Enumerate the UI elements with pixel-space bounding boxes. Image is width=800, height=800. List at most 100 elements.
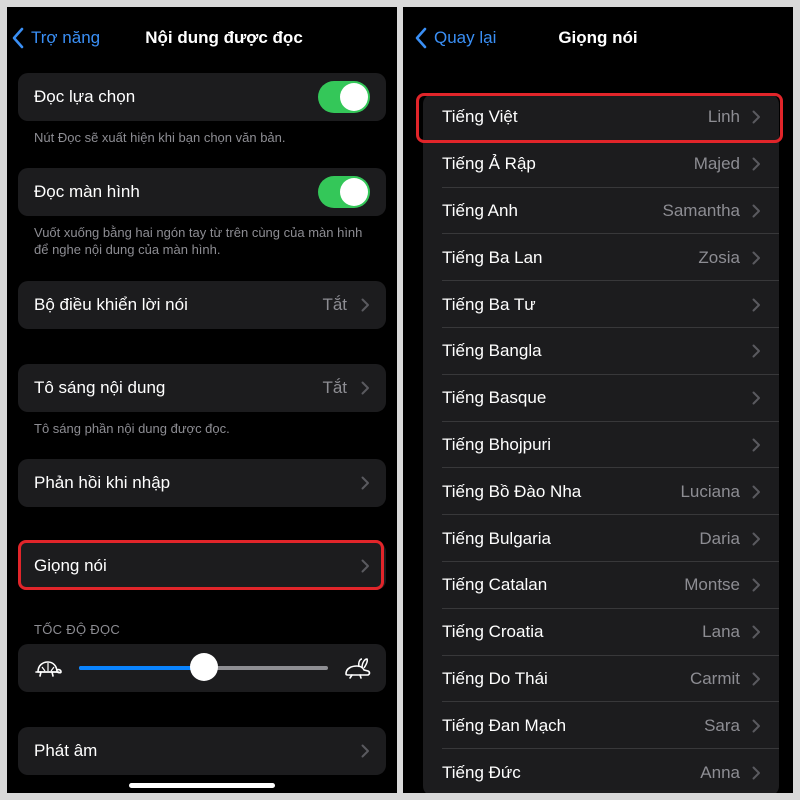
voices-row[interactable]: Giọng nói [18, 542, 386, 590]
chevron-right-icon [752, 391, 760, 405]
voice-name: Luciana [680, 481, 740, 501]
voice-name: Daria [699, 528, 740, 548]
chevron-right-icon [361, 476, 369, 490]
page-title: Giọng nói [558, 28, 638, 47]
chevron-right-icon [361, 298, 369, 312]
language-row[interactable]: Tiếng Ba Tư [423, 281, 779, 328]
typing-feedback-group: Phản hồi khi nhập [18, 459, 386, 507]
language-name: Tiếng Bhojpuri [442, 434, 551, 454]
chevron-right-icon [752, 578, 760, 592]
language-name: Tiếng Ba Tư [442, 294, 536, 314]
speaking-rate-group [18, 644, 386, 692]
voice-name: Carmit [689, 668, 740, 688]
highlight-content-value: Tắt [322, 378, 347, 397]
language-name: Tiếng Ả Rập [442, 154, 536, 174]
voice-name: Linh [707, 107, 740, 127]
language-name: Tiếng Đan Mạch [442, 715, 567, 735]
language-row[interactable]: Tiếng Bangla [423, 328, 779, 375]
chevron-right-icon [752, 344, 760, 358]
turtle-icon [35, 661, 62, 677]
toggle-knob [340, 83, 368, 111]
voice-name: Sara [704, 715, 740, 735]
highlight-content-group: Tô sáng nội dung Tắt [18, 364, 386, 412]
highlight-content-label: Tô sáng nội dung [34, 378, 166, 397]
nav-bar: Trợ năng Nội dung được đọc [7, 7, 397, 67]
speech-controller-label: Bộ điều khiển lời nói [34, 295, 188, 314]
language-row[interactable]: Tiếng Đức Anna [423, 749, 779, 793]
voice-name: Zosia [698, 247, 740, 267]
speak-screen-group: Đọc màn hình [18, 168, 386, 216]
language-row[interactable]: Tiếng Anh Samantha [423, 188, 779, 235]
chevron-right-icon [752, 110, 760, 124]
chevron-right-icon [361, 744, 369, 758]
chevron-right-icon [752, 157, 760, 171]
highlight-content-row[interactable]: Tô sáng nội dung Tắt [18, 364, 386, 412]
chevron-right-icon [361, 381, 369, 395]
speaking-rate-header: TỐC ĐỘ ĐỌC [34, 622, 121, 637]
language-name: Tiếng Bồ Đào Nha [442, 481, 582, 501]
chevron-right-icon [752, 719, 760, 733]
speak-screen-label: Đọc màn hình [34, 182, 140, 201]
speech-controller-value: Tắt [322, 295, 347, 314]
language-row[interactable]: Tiếng Do Thái Carmit [423, 656, 779, 703]
speak-selection-row: Đọc lựa chọn [18, 73, 386, 121]
chevron-right-icon [752, 298, 760, 312]
speak-screen-toggle[interactable] [318, 176, 370, 208]
language-row[interactable]: Tiếng Đan Mạch Sara [423, 702, 779, 749]
chevron-right-icon [752, 251, 760, 265]
language-name: Tiếng Do Thái [442, 668, 548, 688]
nav-bar: Quay lại Giọng nói [403, 7, 793, 67]
speak-selection-footer: Nút Đọc sẽ xuất hiện khi bạn chọn văn bả… [34, 130, 286, 145]
chevron-right-icon [361, 559, 369, 573]
language-row[interactable]: Tiếng Ả Rập Majed [423, 141, 779, 188]
speech-controller-row[interactable]: Bộ điều khiển lời nói Tắt [18, 281, 386, 329]
typing-feedback-row[interactable]: Phản hồi khi nhập [18, 459, 386, 507]
speak-screen-footer: Vuốt xuống bằng hai ngón tay từ trên cùn… [34, 225, 363, 257]
page-title: Nội dung được đọc [145, 28, 303, 47]
chevron-right-icon [752, 485, 760, 499]
chevron-right-icon [752, 672, 760, 686]
typing-feedback-label: Phản hồi khi nhập [34, 473, 171, 492]
language-name: Tiếng Việt [442, 107, 518, 127]
speak-selection-group: Đọc lựa chọn [18, 73, 386, 121]
voice-name: Majed [693, 154, 740, 174]
chevron-right-icon [752, 625, 760, 639]
language-name: Tiếng Anh [442, 200, 518, 220]
language-name: Tiếng Basque [442, 388, 547, 408]
language-row[interactable]: Tiếng Ba Lan Zosia [423, 234, 779, 281]
voice-name: Samantha [662, 200, 741, 220]
highlight-content-footer: Tô sáng phần nội dung được đọc. [34, 421, 230, 436]
language-row[interactable]: Tiếng Bồ Đào Nha Luciana [423, 468, 779, 515]
pronunciations-label: Phát âm [34, 741, 98, 760]
language-row[interactable]: Tiếng Catalan Montse [423, 562, 779, 609]
speaking-rate-slider-thumb[interactable] [189, 653, 218, 681]
chevron-right-icon [752, 438, 760, 452]
chevron-right-icon [752, 766, 760, 780]
voices-label: Giọng nói [34, 556, 107, 575]
right-screen: Quay lại Giọng nói Tiếng Việt Linh Tiếng Ả… [403, 7, 793, 793]
language-name: Tiếng Bulgaria [442, 528, 551, 548]
speak-selection-label: Đọc lựa chọn [34, 87, 136, 106]
language-row[interactable]: Tiếng Croatia Lana [423, 609, 779, 656]
left-screen: Trợ năng Nội dung được đọc Đọc lựa chọn … [7, 7, 397, 793]
chevron-right-icon [752, 532, 760, 546]
language-name: Tiếng Ba Lan [442, 247, 543, 267]
language-row[interactable]: Tiếng Bulgaria Daria [423, 515, 779, 562]
language-row[interactable]: Tiếng Basque [423, 375, 779, 422]
pronunciations-group: Phát âm [18, 727, 386, 775]
speaking-rate-fill [79, 666, 204, 670]
language-row[interactable]: Tiếng Việt Linh [423, 94, 779, 141]
speaking-rate-row [18, 644, 386, 692]
pronunciations-row[interactable]: Phát âm [18, 727, 386, 775]
voice-name: Anna [700, 762, 740, 782]
language-row[interactable]: Tiếng Bhojpuri [423, 422, 779, 469]
language-name: Tiếng Croatia [442, 622, 544, 642]
speak-screen-row: Đọc màn hình [18, 168, 386, 216]
language-name: Tiếng Đức [442, 762, 521, 782]
chevron-right-icon [752, 204, 760, 218]
hare-icon [345, 658, 371, 679]
voice-name: Montse [684, 575, 740, 595]
speak-selection-toggle[interactable] [318, 81, 370, 113]
language-name: Tiếng Catalan [442, 575, 548, 595]
home-indicator[interactable] [129, 783, 275, 788]
